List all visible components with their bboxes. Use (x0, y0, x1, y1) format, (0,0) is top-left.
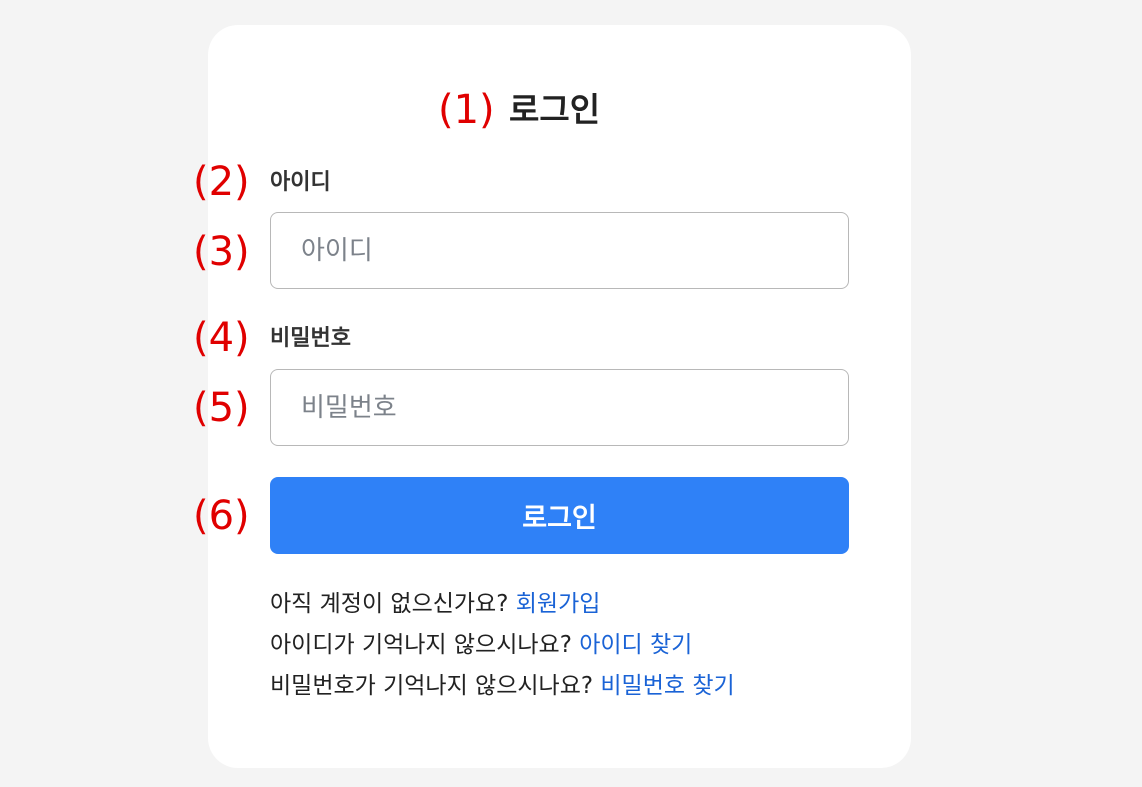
annotation-marker-3: (3) (193, 229, 250, 275)
find-password-prompt-text: 비밀번호가 기억나지 않으시나요? (270, 673, 594, 699)
username-label: 아이디 (270, 170, 331, 195)
login-button[interactable]: 로그인 (270, 477, 849, 554)
find-password-link[interactable]: 비밀번호 찾기 (600, 673, 734, 699)
find-id-prompt: 아이디가 기억나지 않으시나요? 아이디 찾기 (270, 629, 692, 661)
annotation-marker-1: (1) (438, 87, 495, 133)
signup-prompt-text: 아직 계정이 없으신가요? (270, 591, 509, 617)
annotation-marker-6: (6) (193, 493, 250, 539)
signup-link[interactable]: 회원가입 (516, 591, 601, 617)
annotation-marker-5: (5) (193, 385, 250, 431)
username-input[interactable] (270, 212, 849, 289)
find-password-prompt: 비밀번호가 기억나지 않으시나요? 비밀번호 찾기 (270, 670, 735, 702)
find-id-prompt-text: 아이디가 기억나지 않으시나요? (270, 632, 572, 658)
page-title: 로그인 (509, 90, 601, 129)
signup-prompt: 아직 계정이 없으신가요? 회원가입 (270, 588, 600, 620)
annotation-marker-2: (2) (193, 159, 250, 205)
password-label: 비밀번호 (270, 326, 351, 351)
annotation-marker-4: (4) (193, 315, 250, 361)
password-input[interactable] (270, 369, 849, 446)
find-id-link[interactable]: 아이디 찾기 (579, 632, 692, 658)
